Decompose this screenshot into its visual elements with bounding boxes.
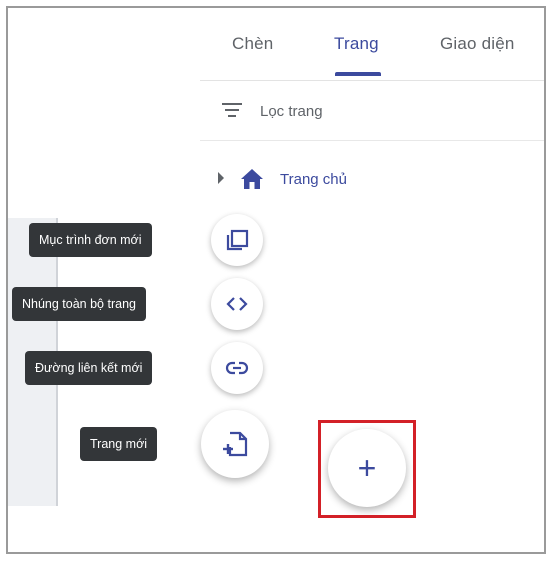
new-page-button[interactable] bbox=[201, 410, 269, 478]
active-tab-indicator bbox=[335, 72, 381, 76]
app-frame: Chèn Trang Giao diện Lọc trang Trang chủ… bbox=[6, 6, 546, 554]
tooltip-embed-full-page: Nhúng toàn bộ trang bbox=[12, 287, 146, 321]
link-icon bbox=[225, 361, 249, 375]
copy-page-icon bbox=[226, 229, 249, 251]
new-menu-item-button[interactable] bbox=[211, 214, 263, 266]
filter-divider bbox=[200, 140, 544, 141]
tab-pages[interactable]: Trang bbox=[334, 34, 379, 54]
tooltip-new-menu-item: Mục trình đơn mới bbox=[29, 223, 152, 257]
filter-icon bbox=[222, 103, 242, 119]
highlight-annotation-box bbox=[318, 420, 416, 518]
new-link-button[interactable] bbox=[211, 342, 263, 394]
embed-full-page-button[interactable] bbox=[211, 278, 263, 330]
filter-label: Lọc trang bbox=[260, 103, 323, 120]
tab-bar: Chèn Trang Giao diện bbox=[200, 8, 544, 80]
tooltip-new-link: Đường liên kết mới bbox=[25, 351, 153, 385]
code-icon bbox=[226, 297, 248, 311]
home-icon bbox=[241, 169, 263, 189]
tabs-divider bbox=[200, 80, 544, 81]
tab-insert[interactable]: Chèn bbox=[232, 34, 273, 54]
filter-pages[interactable]: Lọc trang bbox=[222, 93, 542, 131]
tab-themes[interactable]: Giao diện bbox=[440, 34, 515, 54]
page-label-home: Trang chủ bbox=[280, 171, 347, 188]
expand-caret-icon[interactable] bbox=[218, 172, 224, 184]
new-page-icon bbox=[223, 431, 248, 457]
tooltip-new-page: Trang mới bbox=[80, 427, 158, 461]
